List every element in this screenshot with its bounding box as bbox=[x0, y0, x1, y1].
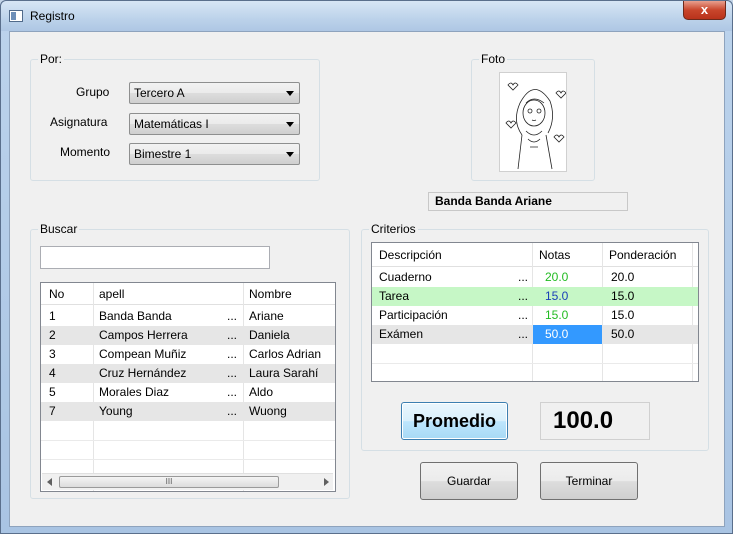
scroll-left-icon[interactable] bbox=[47, 478, 52, 486]
cell-no: 5 bbox=[49, 385, 56, 399]
cell-descripcion: Tarea bbox=[379, 289, 410, 303]
empty-row-line bbox=[372, 363, 698, 364]
cell-nombre: Laura Sarahí bbox=[249, 366, 319, 380]
table-row[interactable]: 7 Young ... Wuong bbox=[41, 402, 335, 421]
search-input[interactable] bbox=[40, 246, 270, 269]
scroll-thumb[interactable]: III bbox=[59, 476, 279, 488]
cell-nombre: Aldo bbox=[249, 385, 274, 399]
foto-legend: Foto bbox=[479, 52, 508, 66]
column-header-descripcion[interactable]: Descripción bbox=[379, 246, 442, 265]
grupo-label: Grupo bbox=[76, 85, 110, 99]
criterios-table[interactable]: Descripción Notas Ponderación Cuaderno .… bbox=[371, 242, 699, 382]
cell-no: 1 bbox=[49, 309, 56, 323]
column-header-nombre[interactable]: Nombre bbox=[249, 285, 292, 304]
asignatura-label: Asignatura bbox=[50, 115, 108, 129]
buscar-legend: Buscar bbox=[38, 222, 80, 236]
cell-nombre: Ariane bbox=[249, 309, 284, 323]
momento-label: Momento bbox=[60, 145, 111, 159]
form-client-area: Por: Grupo Tercero A Asignatura Matemáti… bbox=[9, 31, 725, 527]
cell-ellipsis: ... bbox=[227, 347, 238, 361]
por-legend: Por: bbox=[38, 52, 65, 66]
cell-no: 7 bbox=[49, 404, 56, 418]
table-header: Descripción Notas Ponderación bbox=[372, 243, 698, 267]
grupo-select[interactable]: Tercero A bbox=[129, 82, 300, 104]
table-row[interactable]: Participación ... 15.0 15.0 bbox=[372, 306, 698, 325]
column-header-notas[interactable]: Notas bbox=[539, 246, 570, 265]
chevron-down-icon bbox=[286, 152, 294, 157]
cell-ellipsis: ... bbox=[518, 289, 529, 303]
cell-apell: Young bbox=[99, 404, 133, 418]
student-photo bbox=[499, 72, 567, 172]
window-icon bbox=[9, 10, 23, 22]
cell-ellipsis: ... bbox=[518, 327, 529, 341]
scroll-right-icon[interactable] bbox=[324, 478, 329, 486]
cell-descripcion: Participación bbox=[379, 308, 448, 322]
cell-no: 3 bbox=[49, 347, 56, 361]
asignatura-select[interactable]: Matemáticas I bbox=[129, 113, 300, 135]
cell-nombre: Wuong bbox=[249, 404, 287, 418]
column-header-apell[interactable]: apell bbox=[99, 285, 124, 304]
table-row[interactable]: 3 Compean Muñiz ... Carlos Adrian bbox=[41, 345, 335, 364]
cell-ponderacion: 20.0 bbox=[611, 270, 635, 284]
table-row[interactable]: Exámen ... 50.0 50.0 bbox=[372, 325, 698, 344]
table-row[interactable]: 4 Cruz Hernández ... Laura Sarahí bbox=[41, 364, 335, 383]
student-photo-drawing bbox=[505, 82, 566, 170]
cell-ponderacion: 50.0 bbox=[611, 327, 635, 341]
cell-no: 2 bbox=[49, 328, 56, 342]
window-title: Registro bbox=[30, 9, 75, 23]
cell-ellipsis: ... bbox=[227, 404, 238, 418]
table-row[interactable]: 1 Banda Banda ... Ariane bbox=[41, 307, 335, 326]
column-header-ponderacion[interactable]: Ponderación bbox=[609, 246, 676, 265]
chevron-down-icon bbox=[286, 122, 294, 127]
grupo-select-value: Tercero A bbox=[134, 86, 185, 100]
cell-ponderacion: 15.0 bbox=[611, 289, 635, 303]
cell-apell: Cruz Hernández bbox=[99, 366, 187, 380]
empty-row-line bbox=[41, 440, 335, 441]
student-name-display: Banda Banda Ariane bbox=[428, 192, 628, 211]
cell-ellipsis: ... bbox=[227, 309, 238, 323]
guardar-button[interactable]: Guardar bbox=[420, 462, 518, 500]
horizontal-scrollbar[interactable]: III bbox=[42, 473, 333, 490]
momento-select-value: Bimestre 1 bbox=[134, 147, 192, 161]
cell-apell: Compean Muñiz bbox=[99, 347, 187, 361]
promedio-value: 100.0 bbox=[540, 402, 650, 440]
cell-apell: Morales Diaz bbox=[99, 385, 170, 399]
title-bar[interactable]: Registro x bbox=[1, 1, 732, 31]
cell-notas[interactable]: 15.0 bbox=[545, 287, 568, 306]
momento-select[interactable]: Bimestre 1 bbox=[129, 143, 300, 165]
cell-apell: Campos Herrera bbox=[99, 328, 188, 342]
cell-descripcion: Exámen bbox=[379, 327, 424, 341]
empty-row-line bbox=[41, 459, 335, 460]
chevron-down-icon bbox=[286, 91, 294, 96]
cell-descripcion: Cuaderno bbox=[379, 270, 432, 284]
cell-ellipsis: ... bbox=[227, 328, 238, 342]
cell-ellipsis: ... bbox=[518, 270, 529, 284]
table-row[interactable]: Tarea ... 15.0 15.0 bbox=[372, 287, 698, 306]
registro-window: Registro x Por: Grupo Tercero A Asignatu… bbox=[0, 0, 733, 534]
promedio-button[interactable]: Promedio bbox=[401, 402, 508, 440]
table-row[interactable]: 5 Morales Diaz ... Aldo bbox=[41, 383, 335, 402]
cell-ellipsis: ... bbox=[518, 308, 529, 322]
cell-notas[interactable]: 50.0 bbox=[545, 325, 568, 344]
cell-nombre: Daniela bbox=[249, 328, 290, 342]
cell-notas[interactable]: 20.0 bbox=[545, 268, 568, 287]
cell-notas[interactable]: 15.0 bbox=[545, 306, 568, 325]
cell-nombre: Carlos Adrian bbox=[249, 347, 322, 361]
students-table[interactable]: No apell Nombre 1 Banda Banda ... Ariane… bbox=[40, 282, 336, 492]
column-header-no[interactable]: No bbox=[49, 285, 64, 304]
cell-apell: Banda Banda bbox=[99, 309, 172, 323]
cell-ellipsis: ... bbox=[227, 366, 238, 380]
table-row[interactable]: Cuaderno ... 20.0 20.0 bbox=[372, 268, 698, 287]
cell-ponderacion: 15.0 bbox=[611, 308, 635, 322]
criterios-legend: Criterios bbox=[369, 222, 418, 236]
table-header: No apell Nombre bbox=[41, 283, 335, 305]
cell-ellipsis: ... bbox=[227, 385, 238, 399]
asignatura-select-value: Matemáticas I bbox=[134, 117, 209, 131]
cell-no: 4 bbox=[49, 366, 56, 380]
table-row[interactable]: 2 Campos Herrera ... Daniela bbox=[41, 326, 335, 345]
close-button[interactable]: x bbox=[683, 1, 726, 20]
terminar-button[interactable]: Terminar bbox=[540, 462, 638, 500]
